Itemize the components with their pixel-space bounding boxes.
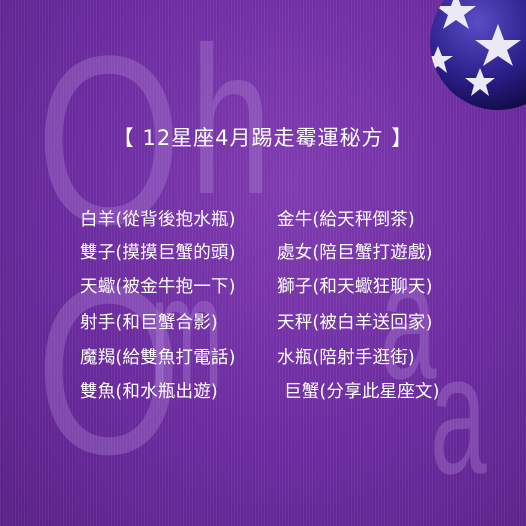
- sign-item: 金牛(給天秤倒茶): [277, 210, 415, 230]
- sign-item: 水瓶(陪射手逛街): [277, 348, 415, 368]
- sign-item: 白羊(從背後抱水瓶): [80, 210, 236, 230]
- sign-item: 處女(陪巨蟹打遊戲): [277, 243, 433, 263]
- poster: O h O m a a 【 12星座4月踢走霉運秘方 】 白羊(從背後抱水瓶) …: [0, 0, 526, 526]
- star-ball-icon: [430, 0, 526, 110]
- sign-item: 獅子(和天蠍狂聊天): [277, 277, 433, 297]
- page-title: 【 12星座4月踢走霉運秘方 】: [112, 126, 414, 150]
- sign-item: 天蠍(被金牛抱一下): [80, 277, 236, 297]
- watermark-letter: a: [430, 320, 487, 510]
- sign-item: 射手(和巨蟹合影): [80, 313, 218, 333]
- sign-item: 天秤(被白羊送回家): [277, 313, 433, 333]
- sign-item: 雙魚(和水瓶出遊): [80, 382, 218, 402]
- watermark-letter: h: [190, 3, 272, 238]
- sign-item: 巨蟹(分享此星座文): [284, 382, 440, 402]
- sign-item: 雙子(摸摸巨蟹的頭): [80, 243, 236, 263]
- sign-item: 魔羯(給雙魚打電話): [80, 348, 236, 368]
